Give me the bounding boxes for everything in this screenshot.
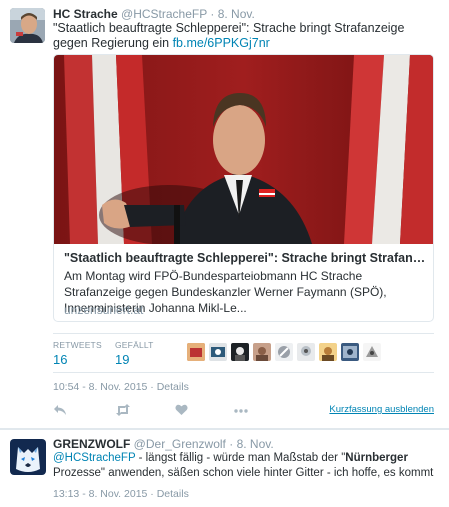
like-icon[interactable] [175, 404, 191, 418]
liker-avatar[interactable] [319, 343, 337, 361]
likes-stat[interactable]: GEFÄLLT 19 [115, 340, 154, 367]
liker-avatar[interactable] [363, 343, 381, 361]
likes-count[interactable]: 19 [115, 352, 154, 367]
reply-text-part: - längst fällig - würde man Maßstab der … [135, 452, 346, 464]
link-card[interactable]: "Staatlich beauftragte Schlepperei": Str… [53, 54, 434, 322]
author-name[interactable]: HC Strache [53, 7, 118, 21]
liker-avatar[interactable] [275, 343, 293, 361]
liker-avatar[interactable] [253, 343, 271, 361]
main-tweet: HC Strache @HCStracheFP · 8. Nov. "Staat… [0, 0, 449, 429]
liker-avatar[interactable] [187, 343, 205, 361]
reply-text-part: Prozesse" anwenden, säßen schon viele hi… [53, 467, 434, 479]
collapse-link[interactable]: Kurzfassung ausblenden [329, 404, 434, 415]
liker-avatar[interactable] [209, 343, 227, 361]
card-title[interactable]: "Staatlich beauftragte Schlepperei": Str… [64, 251, 426, 265]
tweet-date[interactable]: 8. Nov. [218, 7, 255, 21]
details-link[interactable]: Details [157, 381, 189, 393]
tweet-timestamp: 10:54 - 8. Nov. 2015 · Details [53, 381, 189, 393]
reply-timestamp: 13:13 - 8. Nov. 2015 · Details [53, 488, 189, 500]
author-avatar[interactable] [10, 8, 45, 43]
retweet-icon[interactable] [115, 404, 131, 418]
reply-date[interactable]: 8. Nov. [237, 437, 274, 451]
reply-header: GRENZWOLF @Der_Grenzwolf · 8. Nov. [53, 437, 274, 451]
author-handle[interactable]: @HCStracheFP [121, 7, 207, 21]
timestamp-text[interactable]: 10:54 - 8. Nov. 2015 [53, 381, 147, 393]
more-icon[interactable] [233, 404, 249, 418]
reply-timestamp-text[interactable]: 13:13 - 8. Nov. 2015 [53, 488, 147, 500]
reply-author-handle[interactable]: @Der_Grenzwolf [134, 437, 226, 451]
tweet-stats: RETWEETS 16 GEFÄLLT 19 [53, 333, 434, 373]
liker-avatar[interactable] [231, 343, 249, 361]
tweet-text: "Staatlich beauftragte Schlepperei": Str… [53, 21, 437, 51]
reply-author-avatar[interactable] [10, 439, 46, 475]
reply-tweet: GRENZWOLF @Der_Grenzwolf · 8. Nov. @HCSt… [0, 430, 449, 507]
separator-dot: · [150, 488, 154, 500]
reply-details-link[interactable]: Details [157, 488, 189, 500]
liker-avatar[interactable] [341, 343, 359, 361]
retweet-stat[interactable]: RETWEETS 16 [53, 340, 102, 367]
card-image[interactable] [54, 55, 433, 244]
retweets-count[interactable]: 16 [53, 352, 102, 367]
reply-author-name[interactable]: GRENZWOLF [53, 437, 130, 451]
retweets-label: RETWEETS [53, 340, 102, 350]
likes-label: GEFÄLLT [115, 340, 154, 350]
separator-dot: · [210, 7, 215, 21]
tweet-link[interactable]: fb.me/6PPKGj7nr [173, 36, 270, 50]
separator-dot: · [150, 381, 154, 393]
reply-icon[interactable] [53, 404, 69, 418]
reply-text-bold: Nürnberger [345, 452, 408, 464]
liker-avatar[interactable] [297, 343, 315, 361]
card-domain[interactable]: unzensuriert.at [64, 303, 143, 317]
separator-dot: · [229, 437, 234, 451]
reply-text: @HCStracheFP - längst fällig - würde man… [53, 451, 437, 481]
reply-mention[interactable]: @HCStracheFP [53, 452, 135, 464]
tweet-header: HC Strache @HCStracheFP · 8. Nov. [53, 7, 255, 21]
